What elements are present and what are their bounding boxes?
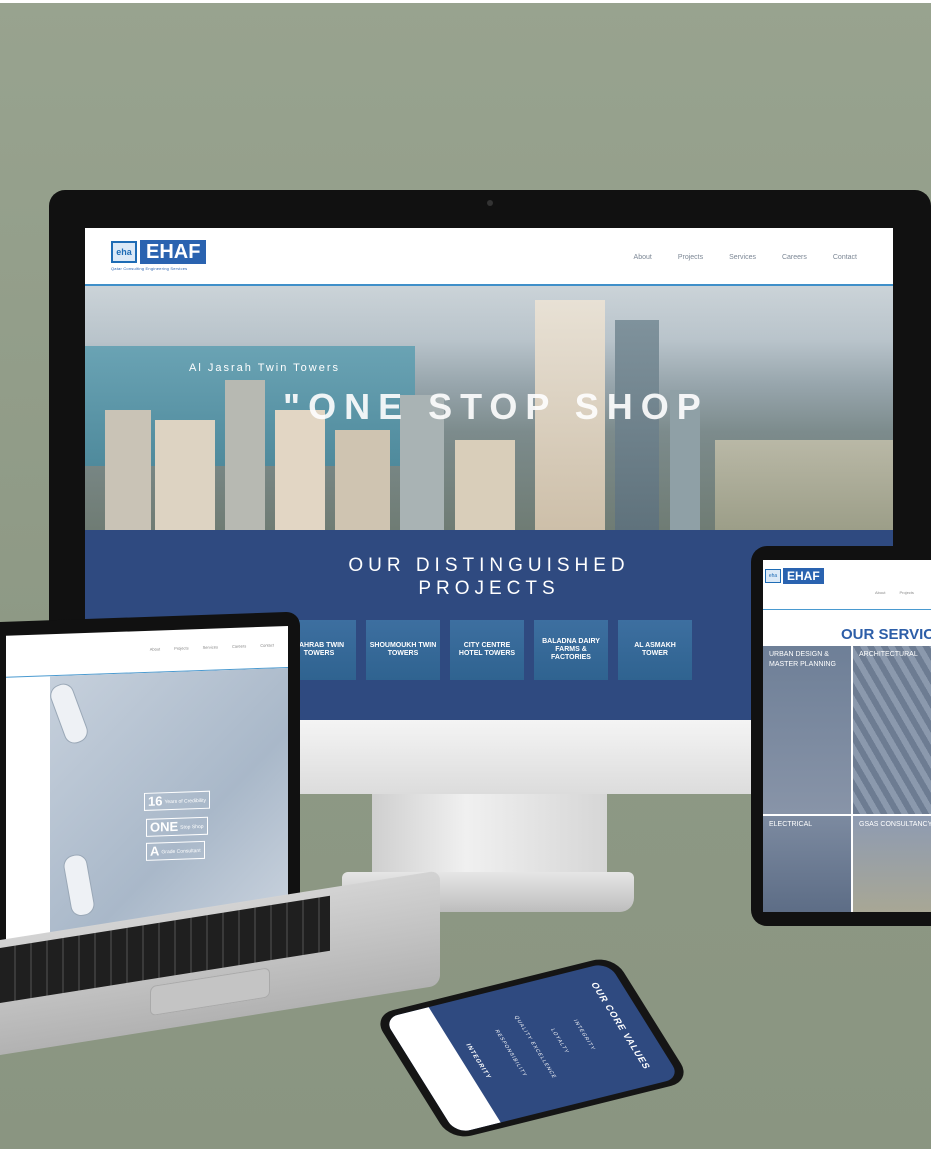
badge-a-text: Grade Consultant bbox=[161, 847, 201, 855]
site-header: eha EHAF Qatar Consulting Engineering Se… bbox=[85, 228, 893, 286]
nav-contact[interactable]: Contact bbox=[833, 254, 857, 261]
hero-slogan: "ONE STOP SHOP bbox=[283, 386, 709, 427]
logo-mark: eha bbox=[111, 241, 137, 263]
logo-wordmark: EHAF bbox=[140, 240, 207, 264]
logo-tagline: Qatar Consulting Engineering Services bbox=[111, 266, 188, 271]
tablet-header: eha EHAF About Projects bbox=[763, 560, 931, 610]
badge-a-letter: A bbox=[150, 843, 160, 859]
nav-services[interactable]: Services bbox=[729, 254, 756, 261]
hero-banner: Al Jasrah Twin Towers "ONE STOP SHOP bbox=[85, 286, 893, 530]
hero-caption: Al Jasrah Twin Towers bbox=[189, 362, 341, 374]
badge-one-word: ONE bbox=[150, 818, 179, 835]
worker-figure bbox=[62, 853, 96, 917]
tablet-nav: About Projects bbox=[875, 590, 914, 595]
project-card[interactable]: BALADNA DAIRY FARMS & FACTORIES bbox=[534, 620, 608, 680]
company-logo[interactable]: eha EHAF bbox=[765, 568, 824, 584]
grade-badge: A Grade Consultant bbox=[146, 840, 205, 861]
laptop-display: About Projects Services Careers Contact … bbox=[0, 611, 300, 948]
nav-about[interactable]: About bbox=[875, 590, 885, 595]
project-cards: KAHRAB TWIN TOWERS SHOUMOUKH TWIN TOWERS… bbox=[282, 620, 692, 680]
credibility-badge: 16 Years of Credibility bbox=[144, 790, 210, 811]
nav-careers[interactable]: Careers bbox=[232, 643, 246, 648]
nav-projects[interactable]: Projects bbox=[174, 645, 188, 651]
one-stop-badge: ONE Stop Shop bbox=[146, 816, 208, 837]
nav-services[interactable]: Services bbox=[203, 644, 218, 650]
top-strip bbox=[0, 0, 931, 3]
project-card[interactable]: SHOUMOUKH TWIN TOWERS bbox=[366, 620, 440, 680]
laptop-website: About Projects Services Careers Contact … bbox=[6, 625, 288, 942]
logo-mark: eha bbox=[765, 569, 781, 583]
nav-about[interactable]: About bbox=[150, 646, 160, 651]
company-logo[interactable]: eha EHAF Qatar Consulting Engineering Se… bbox=[111, 240, 207, 271]
badge-16-number: 16 bbox=[148, 793, 163, 809]
service-tile-urban[interactable]: URBAN DESIGN & MASTER PLANNING bbox=[763, 646, 851, 814]
project-card[interactable]: AL ASMAKH TOWER bbox=[618, 620, 692, 680]
monitor-stand bbox=[372, 794, 607, 880]
nav-contact[interactable]: Contact bbox=[260, 642, 274, 647]
project-card[interactable]: CITY CENTRE HOTEL TOWERS bbox=[450, 620, 524, 680]
services-heading: OUR SERVIC bbox=[841, 626, 931, 643]
worker-figure bbox=[48, 681, 90, 746]
badge-one-text: Stop Shop bbox=[180, 823, 204, 831]
service-tile-electrical[interactable]: ELECTRICAL bbox=[763, 816, 851, 912]
nav-about[interactable]: About bbox=[634, 254, 652, 261]
service-tile-architectural[interactable]: ARCHITECTURAL bbox=[853, 646, 931, 814]
nav-projects[interactable]: Projects bbox=[678, 254, 703, 261]
logo-wordmark: EHAF bbox=[783, 568, 824, 584]
laptop-nav: About Projects Services Careers Contact bbox=[150, 642, 274, 651]
nav-projects[interactable]: Projects bbox=[899, 590, 913, 595]
service-tile-gsas[interactable]: GSAS CONSULTANCY bbox=[853, 816, 931, 912]
tablet-website: eha EHAF About Projects OUR SERVIC URBAN… bbox=[763, 560, 931, 912]
badge-16-text: Years of Credibility bbox=[164, 797, 206, 805]
tablet-device: eha EHAF About Projects OUR SERVIC URBAN… bbox=[751, 546, 931, 926]
main-nav: About Projects Services Careers Contact bbox=[634, 254, 857, 261]
camera-icon bbox=[487, 200, 493, 206]
nav-careers[interactable]: Careers bbox=[782, 254, 807, 261]
